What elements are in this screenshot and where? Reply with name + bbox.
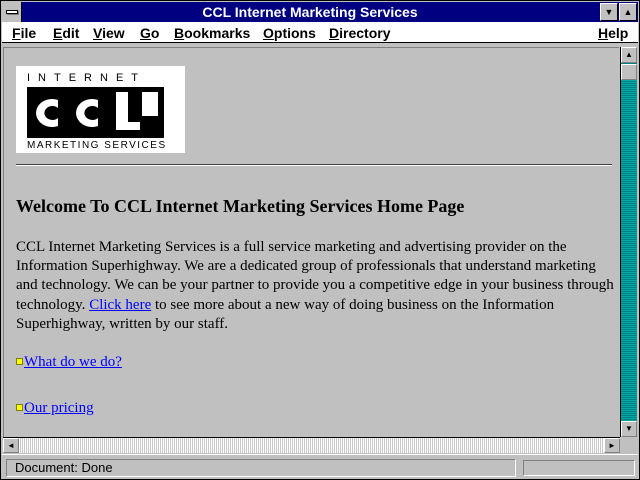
- scroll-left-button[interactable]: ◄: [3, 438, 19, 453]
- ccl-logo-graphic: INTERNET MARKETING SERVICES: [27, 72, 167, 151]
- status-text: Document: Done: [6, 459, 516, 477]
- list-item: What do we do?: [16, 354, 122, 371]
- page-heading: Welcome To CCL Internet Marketing Servic…: [16, 196, 465, 216]
- what-do-we-do-link[interactable]: What do we do?: [24, 354, 122, 370]
- menu-bar: File Edit View Go Bookmarks Options Dire…: [2, 22, 638, 43]
- click-here-link[interactable]: Click here: [89, 297, 151, 313]
- ccl-logo: INTERNET MARKETING SERVICES: [16, 66, 185, 153]
- scroll-right-button[interactable]: ►: [604, 438, 620, 453]
- horizontal-scrollbar[interactable]: ◄ ►: [3, 437, 620, 453]
- our-pricing-link[interactable]: Our pricing: [24, 400, 94, 416]
- logo-white-block: [142, 92, 158, 116]
- system-menu-button[interactable]: [2, 2, 22, 22]
- minimize-button[interactable]: ▼: [600, 3, 618, 21]
- list-item: Our pricing: [16, 400, 94, 417]
- progress-bar: [523, 460, 635, 476]
- menu-bookmarks[interactable]: Bookmarks: [174, 24, 250, 42]
- menu-go[interactable]: Go: [140, 24, 159, 42]
- page-content[interactable]: INTERNET MARKETING SERVICES Welcome To C…: [3, 47, 619, 437]
- menu-edit[interactable]: Edit: [53, 24, 79, 42]
- menu-file[interactable]: File: [12, 24, 36, 42]
- yellow-bullet-icon: [16, 358, 23, 365]
- logo-letter-l-foot: [116, 122, 140, 130]
- browser-window: CCL Internet Marketing Services ▼ ▲ File…: [0, 0, 640, 480]
- scroll-up-button[interactable]: ▲: [621, 47, 637, 63]
- status-bar: Document: Done: [2, 454, 638, 479]
- yellow-bullet-icon: [16, 404, 23, 411]
- vertical-scrollbar[interactable]: ▲ ▼: [620, 47, 637, 437]
- vertical-scroll-thumb[interactable]: [621, 64, 637, 80]
- horizontal-rule: [16, 164, 612, 166]
- intro-paragraph: CCL Internet Marketing Services is a ful…: [16, 238, 616, 334]
- menu-view[interactable]: View: [93, 24, 125, 42]
- logo-bottom-text: MARKETING SERVICES: [27, 140, 167, 151]
- window-title: CCL Internet Marketing Services: [202, 4, 418, 20]
- menu-directory[interactable]: Directory: [329, 24, 390, 42]
- logo-top-text: INTERNET: [27, 72, 146, 84]
- menu-options[interactable]: Options: [263, 24, 316, 42]
- menu-help[interactable]: Help: [598, 24, 628, 42]
- system-menu-icon: [6, 10, 18, 14]
- maximize-button[interactable]: ▲: [619, 3, 637, 21]
- title-bar[interactable]: CCL Internet Marketing Services ▼ ▲: [2, 2, 638, 22]
- scroll-down-button[interactable]: ▼: [621, 421, 637, 437]
